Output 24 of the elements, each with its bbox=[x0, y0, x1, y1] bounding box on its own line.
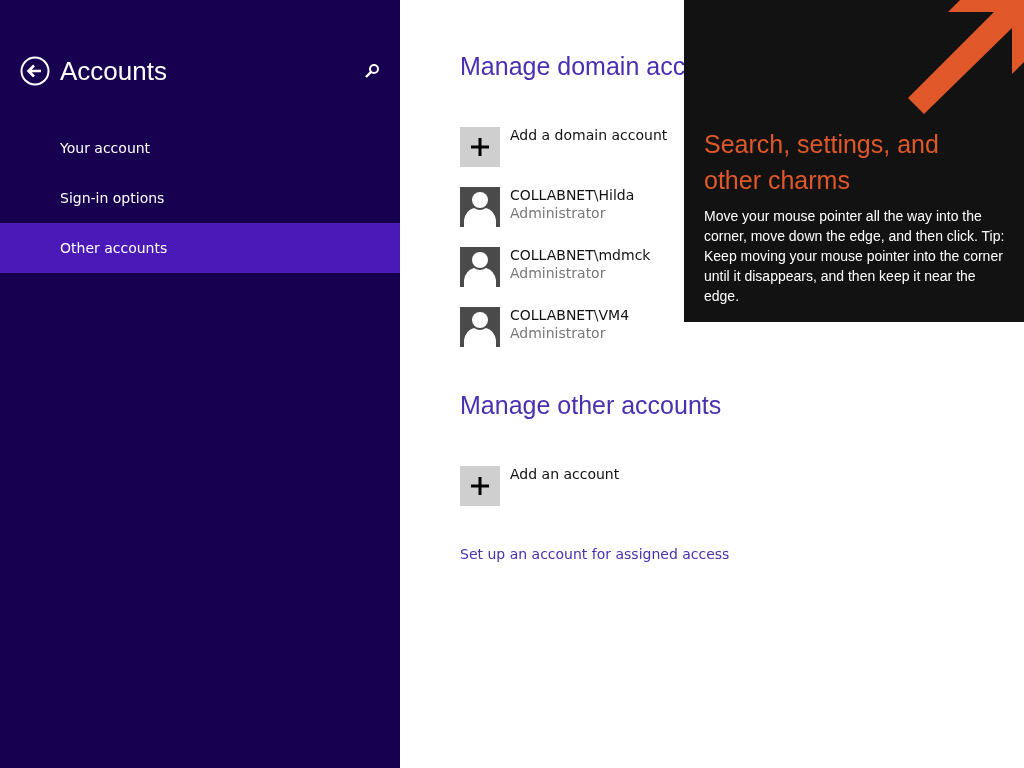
page-title: Accounts bbox=[60, 55, 168, 87]
account-role: Administrator bbox=[510, 205, 607, 221]
tip-text: Move your mouse pointer all the way into the corner, move down the edge, and then click. Tip: Keep moving your mouse pointer into the corner until it disappears, and then keep it near the edge. bbox=[704, 207, 1006, 306]
search-icon[interactable] bbox=[364, 63, 380, 79]
add-account-label[interactable]: Add an account bbox=[510, 466, 620, 482]
account-name[interactable]: COLLABNET\mdmck bbox=[510, 247, 651, 263]
add-account-label[interactable]: Add a domain account bbox=[510, 127, 668, 143]
section-heading: Manage domain acc bbox=[460, 52, 687, 81]
account-name[interactable]: COLLABNET\VM4 bbox=[510, 307, 630, 323]
plus-icon bbox=[470, 476, 490, 496]
plus-icon bbox=[470, 137, 490, 157]
sidebar-item[interactable]: Your account bbox=[0, 123, 400, 173]
section-heading: Manage other accounts bbox=[460, 391, 723, 420]
sidebar-item[interactable]: Sign-in options bbox=[0, 173, 400, 223]
account-name[interactable]: COLLABNET\Hilda bbox=[510, 187, 635, 203]
arrow-icon bbox=[908, 0, 1024, 114]
account-role: Administrator bbox=[510, 325, 607, 341]
add-button[interactable] bbox=[460, 127, 500, 167]
add-button[interactable] bbox=[460, 466, 500, 506]
back-icon[interactable] bbox=[20, 56, 50, 86]
sidebar-item[interactable]: Other accounts bbox=[0, 223, 400, 273]
assigned-access-link[interactable]: Set up an account for assigned access bbox=[460, 546, 730, 562]
account-role: Administrator bbox=[510, 265, 607, 281]
tip-title: Search, settings, and other charms bbox=[704, 129, 940, 196]
